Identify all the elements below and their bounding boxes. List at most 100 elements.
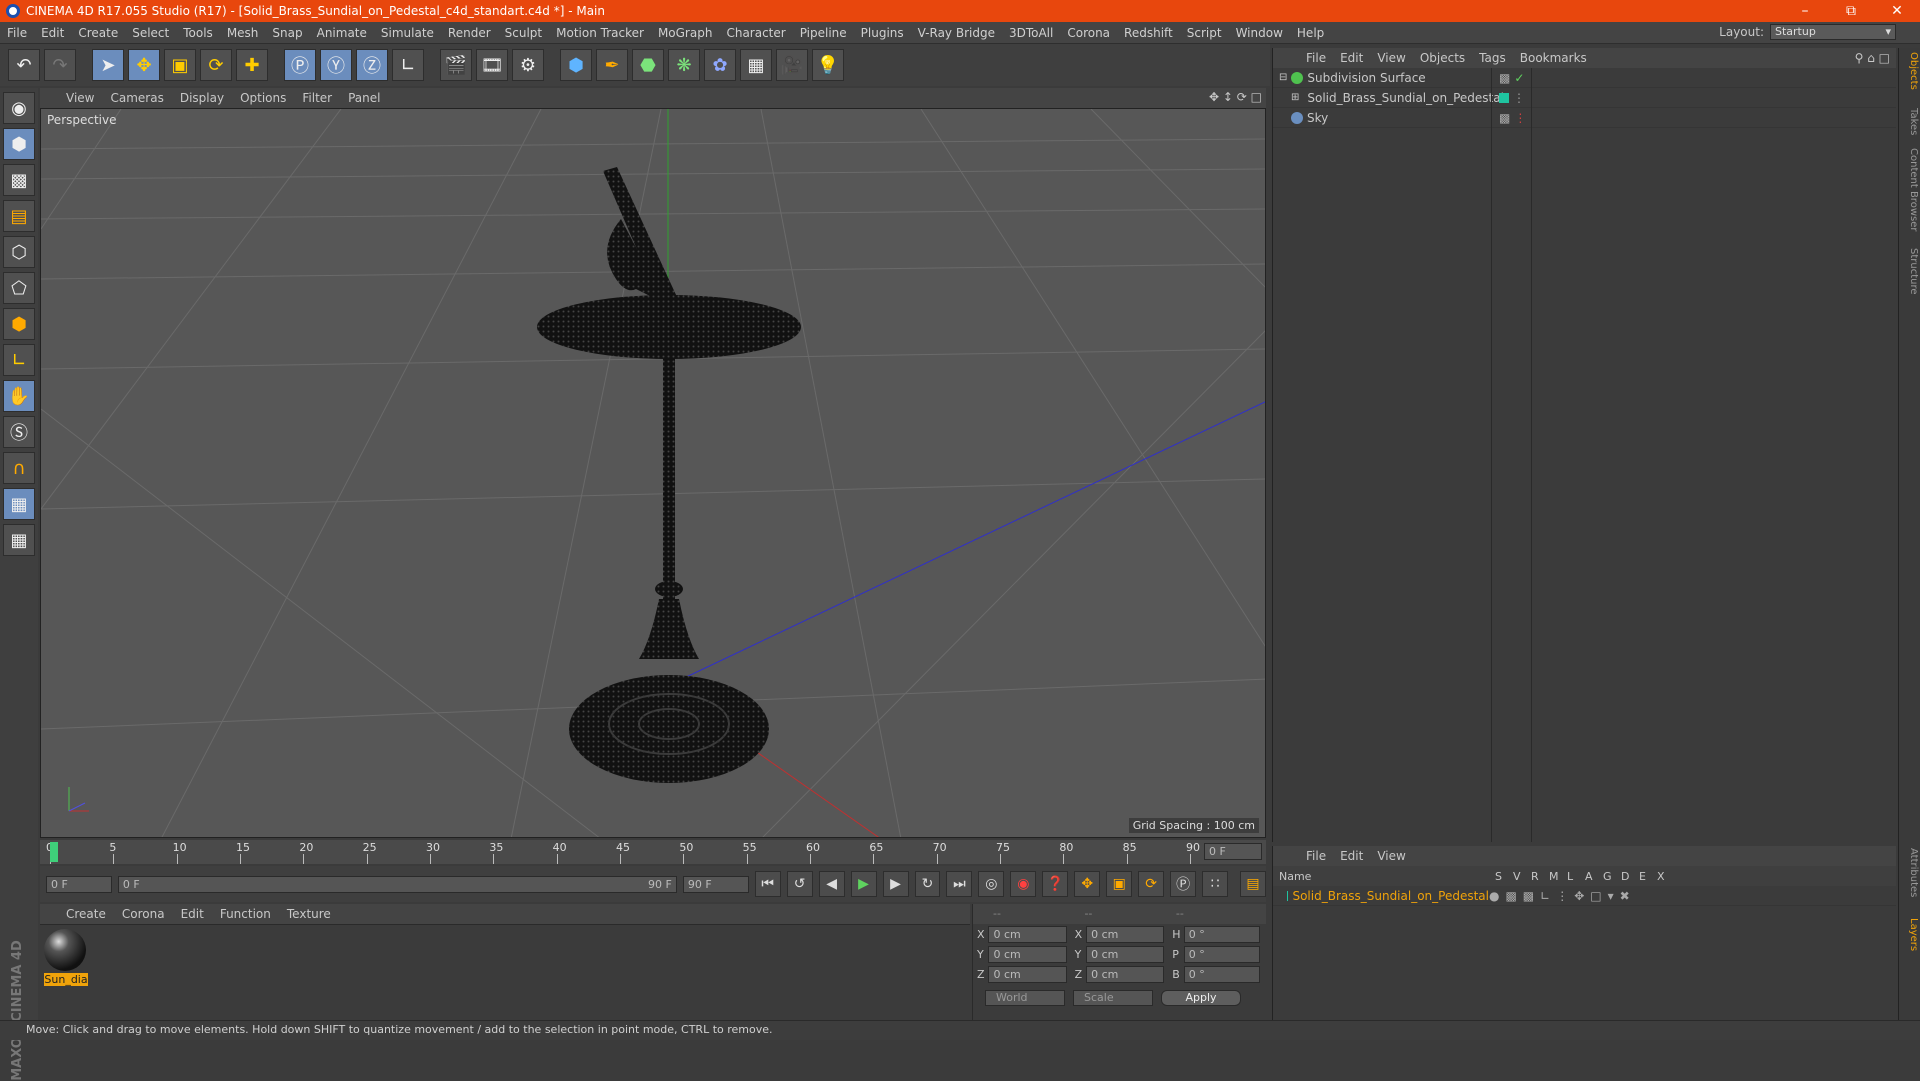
position-x-field[interactable]: 0 cm [988,925,1067,943]
go-to-end-icon[interactable]: ⏭ [946,871,973,897]
cube-primitive-icon[interactable]: ⬢ [560,49,592,81]
viewport-menu-filter[interactable]: Filter [294,91,340,105]
motion-record-icon[interactable]: ◎ [978,871,1005,897]
material-menu-create[interactable]: Create [58,907,114,921]
menu-window[interactable]: Window [1229,26,1290,40]
move-tool-icon[interactable]: ✥ [128,49,160,81]
tab-layers[interactable]: Layers [1901,918,1919,951]
layer-flags-icons[interactable]: ●▩▩∟⋮✥□▾✖ [1489,889,1636,903]
light-bulb-icon[interactable]: 💡 [812,49,844,81]
y-axis-lock-icon[interactable]: Ⓨ [320,49,352,81]
viewport-menu-display[interactable]: Display [172,91,232,105]
menu-plugins[interactable]: Plugins [854,26,911,40]
layers-menu-edit[interactable]: Edit [1333,849,1370,863]
menu-3dtoall[interactable]: 3DToAll [1002,26,1060,40]
menu-select[interactable]: Select [125,26,176,40]
previous-key-icon[interactable]: ↺ [786,871,813,897]
layer-row[interactable]: Solid_Brass_Sundial_on_Pedestal ●▩▩∟⋮✥□▾… [1273,886,1896,906]
object-row-sundial[interactable]: ⊞ Solid_Brass_Sundial_on_Pedestal ⋮ [1273,88,1896,108]
tab-takes[interactable]: Takes [1901,108,1919,135]
menu-mesh[interactable]: Mesh [220,26,266,40]
menu-redshift[interactable]: Redshift [1117,26,1180,40]
visibility-toggle-icon[interactable]: ▩ [1499,111,1510,125]
viewport-menu-cameras[interactable]: Cameras [102,91,171,105]
planar-workplane-icon[interactable]: ▦ [3,524,35,556]
scale-mode-dropdown[interactable]: Scale [1073,990,1153,1006]
start-frame-field[interactable]: 0 F [46,875,112,893]
minimize-button[interactable]: – [1782,0,1828,22]
menu-file[interactable]: File [0,26,34,40]
step-back-icon[interactable]: ◀ [818,871,845,897]
polygons-mode-icon[interactable]: ⬢ [3,308,35,340]
menu-script[interactable]: Script [1180,26,1229,40]
floor-scene-icon[interactable]: ▦ [740,49,772,81]
workplane-lock-icon[interactable]: ▦ [3,488,35,520]
key-pla-icon[interactable]: ∷ [1202,871,1229,897]
rotation-h-field[interactable]: 0 ° [1183,925,1260,943]
menu-character[interactable]: Character [719,26,792,40]
rotation-b-field[interactable]: 0 ° [1183,965,1260,983]
objects-menu-file[interactable]: File [1299,51,1333,65]
current-frame-field[interactable]: 0 F [1204,843,1262,860]
select-arrow-icon[interactable]: ➤ [92,49,124,81]
close-button[interactable]: ✕ [1874,0,1920,22]
objects-menu-view[interactable]: View [1370,51,1412,65]
tab-attributes[interactable]: Attributes [1901,848,1919,897]
layer-color-icon[interactable] [1499,92,1509,103]
menu-render[interactable]: Render [441,26,498,40]
model-mode-icon[interactable]: ⬢ [3,128,35,160]
render-picture-viewer-icon[interactable]: 🎞 [476,49,508,81]
menu-snap[interactable]: Snap [265,26,309,40]
rotation-p-field[interactable]: 0 ° [1183,945,1260,963]
redo-icon[interactable]: ↷ [44,49,76,81]
magnet-icon[interactable]: ∩ [3,452,35,484]
deformer-icon[interactable]: ✿ [704,49,736,81]
x-axis-lock-icon[interactable]: Ⓟ [284,49,316,81]
restore-button[interactable]: ⧉ [1828,0,1874,22]
menu-help[interactable]: Help [1290,26,1331,40]
layers-menu-file[interactable]: File [1299,849,1333,863]
menu-simulate[interactable]: Simulate [374,26,441,40]
object-row-subdivision[interactable]: ⊟ Subdivision Surface ▩ ✓ [1273,68,1896,88]
objects-menu-edit[interactable]: Edit [1333,51,1370,65]
layer-color-icon[interactable] [1287,890,1289,901]
viewport-menu-options[interactable]: Options [232,91,294,105]
material-menu-corona[interactable]: Corona [114,907,173,921]
render-view-icon[interactable]: 🎬 [440,49,472,81]
end-frame-field[interactable]: 90 F [682,875,749,893]
frame-range-slider[interactable]: 0 F 90 F [117,875,677,893]
menu-motion-tracker[interactable]: Motion Tracker [549,26,651,40]
object-row-sky[interactable]: Sky ▩ ⋮ [1273,108,1896,128]
menu-mograph[interactable]: MoGraph [651,26,720,40]
sundial-model[interactable] [537,167,801,783]
points-mode-icon[interactable]: ⬡ [3,236,35,268]
size-y-field[interactable]: 0 cm [1086,945,1165,963]
objects-menu-objects[interactable]: Objects [1413,51,1472,65]
size-x-field[interactable]: 0 cm [1086,925,1165,943]
objects-menu-bookmarks[interactable]: Bookmarks [1513,51,1594,65]
key-scale-icon[interactable]: ▣ [1106,871,1133,897]
next-key-icon[interactable]: ↻ [914,871,941,897]
timeline-window-icon[interactable]: ▤ [1240,871,1266,897]
visibility-dots-icon[interactable]: ⋮ [1514,111,1526,125]
objects-menu-tags[interactable]: Tags [1472,51,1513,65]
coordinate-space-dropdown[interactable]: World [985,990,1065,1006]
axis-mode-icon[interactable]: ∟ [3,344,35,376]
menu-create[interactable]: Create [71,26,125,40]
scale-tool-icon[interactable]: ▣ [164,49,196,81]
z-axis-lock-icon[interactable]: Ⓩ [356,49,388,81]
menu-pipeline[interactable]: Pipeline [793,26,854,40]
menu-corona[interactable]: Corona [1060,26,1117,40]
snapping-icon[interactable]: Ⓢ [3,416,35,448]
material-menu-edit[interactable]: Edit [173,907,212,921]
menu-animate[interactable]: Animate [310,26,374,40]
position-z-field[interactable]: 0 cm [988,965,1067,983]
undo-icon[interactable]: ↶ [8,49,40,81]
edges-mode-icon[interactable]: ⬠ [3,272,35,304]
menu-tools[interactable]: Tools [176,26,220,40]
perspective-viewport[interactable]: Perspective Grid Spacing : 100 cm [40,108,1266,838]
key-position-icon[interactable]: ✥ [1074,871,1101,897]
live-selection-icon[interactable]: ✚ [236,49,268,81]
layers-menu-view[interactable]: View [1370,849,1412,863]
viewport-menu-panel[interactable]: Panel [340,91,388,105]
